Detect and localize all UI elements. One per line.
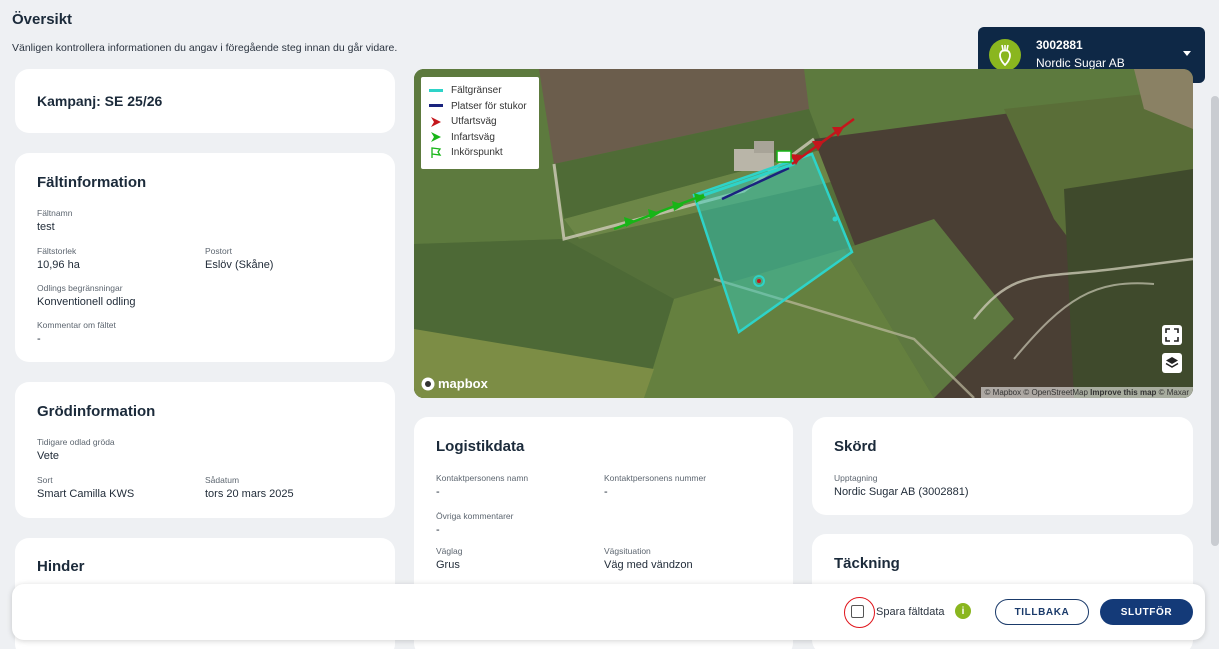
contact-name-value: - <box>436 486 440 498</box>
crop-info-title: Grödinformation <box>37 403 156 420</box>
campaign-card: Kampanj: SE 25/26 <box>15 69 395 133</box>
legend-row: Platser för stukor <box>429 99 539 115</box>
comment-value: - <box>37 333 41 345</box>
field-size-value: 10,96 ha <box>37 259 80 271</box>
legend-row: Infartsväg <box>429 130 539 146</box>
mapbox-logo[interactable]: mapbox <box>421 376 488 391</box>
legend-row: Utfartsväg <box>429 114 539 130</box>
previous-crop-value: Vete <box>37 450 60 462</box>
uptake-value: Nordic Sugar AB (3002881) <box>834 486 969 498</box>
field-info-card: Fältinformation Fältnamn test Fältstorle… <box>15 153 395 362</box>
road-situation-label: Vägsituation <box>604 546 651 556</box>
back-button[interactable]: TILLBAKA <box>995 599 1089 625</box>
account-id: 3002881 <box>1036 38 1083 52</box>
coverage-title: Täckning <box>834 555 900 572</box>
harvest-title: Skörd <box>834 438 877 455</box>
legend-label: Inkörspunkt <box>451 147 503 159</box>
scrollbar[interactable] <box>1211 96 1219 546</box>
legend-row: Fältgränser <box>429 83 539 99</box>
account-name: Nordic Sugar AB <box>1036 56 1125 70</box>
legend-row: Inkörspunkt <box>429 145 539 161</box>
attribution-text: © Mapbox © OpenStreetMap <box>984 388 1091 397</box>
road-condition-label: Väglag <box>436 546 463 556</box>
action-bar: Spara fältdata i TILLBAKA SLUTFÖR <box>12 584 1205 640</box>
legend-label: Utfartsväg <box>451 116 497 128</box>
variety-value: Smart Camilla KWS <box>37 488 135 500</box>
field-map[interactable]: Fältgränser Platser för stukor Utfartsvä… <box>414 69 1193 398</box>
fullscreen-icon <box>1165 328 1179 342</box>
road-condition-value: Grus <box>436 559 460 571</box>
postort-label: Postort <box>205 246 232 256</box>
layers-button[interactable] <box>1162 353 1182 373</box>
info-icon[interactable]: i <box>955 603 971 619</box>
crop-info-card: Grödinformation Tidigare odlad gröda Vet… <box>15 382 395 518</box>
chevron-down-icon <box>1183 51 1191 56</box>
other-comments-value: - <box>436 524 440 536</box>
restrictions-value: Konventionell odling <box>37 296 136 308</box>
comment-label: Kommentar om fältet <box>37 320 116 330</box>
other-comments-label: Övriga kommentarer <box>436 511 514 521</box>
red-annotation-circle <box>844 597 875 628</box>
field-name-value: test <box>37 221 55 233</box>
contact-name-label: Kontaktpersonens namn <box>436 473 529 483</box>
sowing-date-label: Sådatum <box>205 475 240 485</box>
obstacles-title: Hinder <box>37 558 85 575</box>
page-title: Översikt <box>12 11 73 28</box>
finish-button[interactable]: SLUTFÖR <box>1100 599 1193 625</box>
layers-icon <box>1165 357 1179 368</box>
sowing-date-value: tors 20 mars 2025 <box>205 488 294 500</box>
flag-icon <box>429 147 443 159</box>
road-situation-value: Väg med vändzon <box>604 559 693 571</box>
pile-location-line-icon <box>429 104 443 108</box>
contact-number-label: Kontaktpersonens nummer <box>604 473 707 483</box>
campaign-label: Kampanj: SE 25/26 <box>37 93 163 109</box>
postort-value: Eslöv (Skåne) <box>205 259 274 271</box>
mapbox-logo-text: mapbox <box>438 376 488 391</box>
map-legend: Fältgränser Platser för stukor Utfartsvä… <box>421 77 539 169</box>
map-attribution[interactable]: © Mapbox © OpenStreetMap Improve this ma… <box>980 387 1193 398</box>
fullscreen-button[interactable] <box>1162 325 1182 345</box>
uptake-label: Upptagning <box>834 473 878 483</box>
sugar-beet-icon <box>989 39 1021 71</box>
field-info-title: Fältinformation <box>37 174 147 191</box>
restrictions-label: Odlings begränsningar <box>37 283 123 293</box>
page-subtitle: Vänligen kontrollera informationen du an… <box>12 42 398 54</box>
mapbox-icon <box>421 377 435 390</box>
legend-label: Fältgränser <box>451 85 502 97</box>
legend-label: Infartsväg <box>451 131 495 143</box>
exit-arrow-icon <box>429 116 443 128</box>
harvest-card: Skörd Upptagning Nordic Sugar AB (300288… <box>812 417 1193 515</box>
entry-arrow-icon <box>429 131 443 143</box>
contact-number-value: - <box>604 486 608 498</box>
attribution-text-maxar: © Maxar <box>1156 388 1189 397</box>
variety-label: Sort <box>37 475 53 485</box>
field-boundary-line-icon <box>429 88 443 93</box>
field-name-label: Fältnamn <box>37 208 73 218</box>
previous-crop-label: Tidigare odlad gröda <box>37 437 115 447</box>
improve-map-link[interactable]: Improve this map <box>1090 388 1156 397</box>
save-field-data-label[interactable]: Spara fältdata <box>876 606 945 618</box>
legend-label: Platser för stukor <box>451 100 527 112</box>
logistics-title: Logistikdata <box>436 438 525 455</box>
field-size-label: Fältstorlek <box>37 246 77 256</box>
